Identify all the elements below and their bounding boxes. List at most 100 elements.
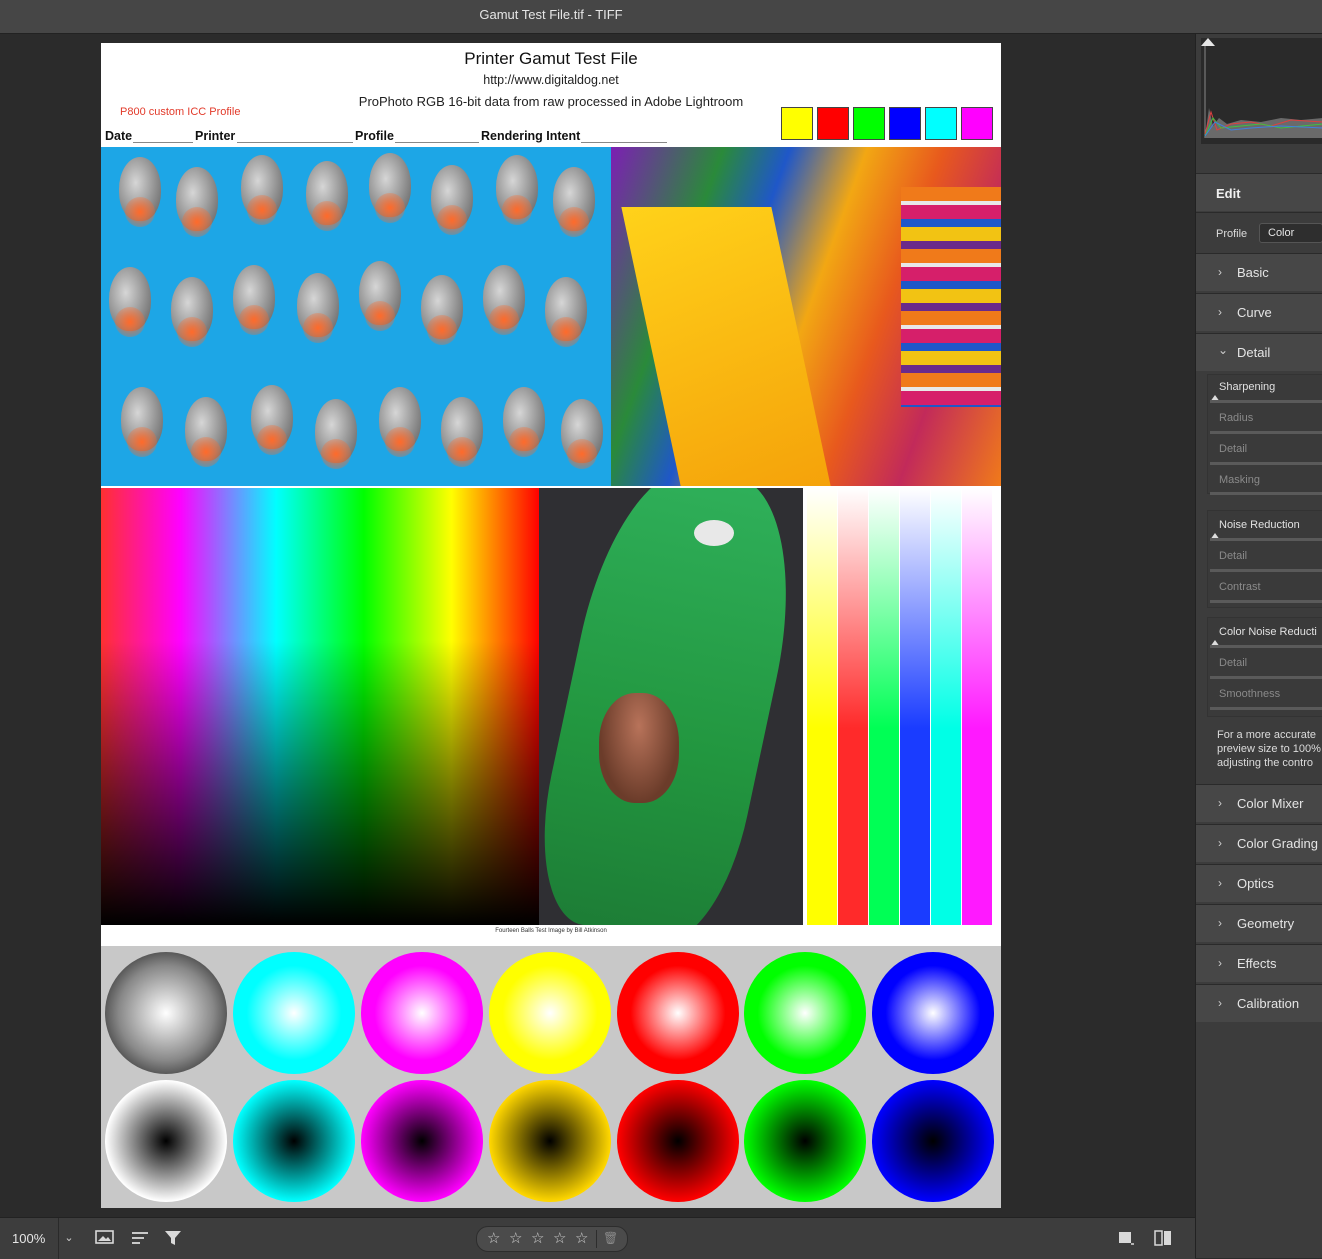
color-noise-detail-label: Detail	[1219, 657, 1248, 669]
bar-green	[869, 488, 899, 925]
smoothness-slider[interactable]	[1210, 707, 1322, 710]
boat-photo	[539, 488, 803, 925]
fish	[306, 161, 348, 231]
profile-select[interactable]: Color	[1259, 223, 1322, 243]
section-optics[interactable]: › Optics	[1196, 864, 1322, 902]
ball-bottom	[617, 1080, 739, 1202]
masking-label: Masking	[1219, 474, 1260, 486]
swatch-magenta	[961, 107, 993, 140]
edit-panel: Edit Profile Color › Basic › Curve ⌄ Det…	[1195, 34, 1322, 1258]
section-label: Color Mixer	[1237, 796, 1304, 811]
star-rating: ☆ ☆ ☆ ☆ ☆ 🗑	[476, 1226, 628, 1252]
sharpen-detail-slider[interactable]	[1210, 462, 1322, 465]
fish	[496, 155, 538, 225]
section-basic-label: Basic	[1237, 265, 1269, 280]
chevron-right-icon: ›	[1218, 305, 1222, 319]
star-3-icon[interactable]: ☆	[531, 1229, 544, 1247]
field-rendering-intent: Rendering Intent	[481, 129, 581, 143]
section-color-mixer[interactable]: › Color Mixer	[1196, 784, 1322, 822]
color-noise-detail-slider[interactable]	[1210, 676, 1322, 679]
noise-detail-label: Detail	[1219, 550, 1248, 562]
profile-row: Profile Color	[1196, 212, 1322, 253]
notice-line: preview size to 100%	[1217, 743, 1321, 755]
green-boat	[539, 488, 803, 925]
trash-icon[interactable]: 🗑	[603, 1231, 618, 1245]
document-title: Printer Gamut Test File	[464, 49, 638, 68]
fish	[431, 165, 473, 235]
fish	[297, 273, 339, 343]
rgb-gradient-chart	[101, 488, 539, 925]
sharpening-title: Sharpening	[1219, 381, 1276, 393]
image-view-icon[interactable]	[95, 1229, 117, 1252]
fish	[119, 157, 161, 227]
document-preview[interactable]: Printer Gamut Test File http://www.digit…	[101, 43, 1001, 1208]
star-4-icon[interactable]: ☆	[553, 1229, 566, 1247]
profile-label: Profile	[1216, 228, 1248, 240]
star-2-icon[interactable]: ☆	[509, 1229, 522, 1247]
swatch-yellow	[781, 107, 813, 140]
window-titlebar: Gamut Test File.tif - TIFF	[0, 0, 1322, 34]
zoom-level[interactable]: 100%	[12, 1231, 45, 1246]
bar-red	[838, 488, 868, 925]
section-curve[interactable]: › Curve	[1196, 293, 1322, 331]
section-geometry[interactable]: › Geometry	[1196, 904, 1322, 942]
yellow-drape	[621, 207, 831, 486]
fish	[171, 277, 213, 347]
profile-note: P800 custom ICC Profile	[120, 106, 241, 118]
man-figure	[599, 693, 679, 803]
ball-top	[617, 952, 739, 1074]
section-calibration[interactable]: › Calibration	[1196, 984, 1322, 1022]
fish	[483, 265, 525, 335]
profile-value: Color	[1268, 227, 1295, 239]
histogram-clip-icon[interactable]	[1201, 38, 1215, 46]
filter-icon[interactable]	[164, 1229, 184, 1252]
section-color-grading[interactable]: › Color Grading	[1196, 824, 1322, 862]
ball-top	[105, 952, 227, 1074]
sharpening-amount-slider[interactable]	[1210, 400, 1322, 403]
chevron-right-icon: ›	[1218, 996, 1222, 1010]
noise-contrast-label: Contrast	[1219, 581, 1261, 593]
section-label: Color Grading	[1237, 836, 1318, 851]
fish	[561, 399, 603, 469]
zoom-dropdown-icon[interactable]: ⌄	[58, 1218, 79, 1259]
noise-contrast-slider[interactable]	[1210, 600, 1322, 603]
compare-view-icon[interactable]	[1154, 1229, 1174, 1252]
section-label: Calibration	[1237, 996, 1300, 1011]
noise-detail-slider[interactable]	[1210, 569, 1322, 572]
swatch-cyan	[925, 107, 957, 140]
fish	[176, 167, 218, 237]
color-noise-slider[interactable]	[1210, 645, 1322, 648]
field-printer-line	[237, 142, 353, 143]
single-view-icon[interactable]	[1117, 1229, 1135, 1252]
notice-line: For a more accurate	[1217, 729, 1317, 741]
section-basic[interactable]: › Basic	[1196, 253, 1322, 291]
bar-yellow	[807, 488, 837, 925]
edit-label: Edit	[1216, 186, 1241, 201]
fish	[379, 387, 421, 457]
ball-top	[489, 952, 611, 1074]
rating-divider	[596, 1230, 597, 1248]
field-date-line	[133, 142, 193, 143]
fourteen-balls	[101, 946, 1001, 1208]
fish	[359, 261, 401, 331]
chevron-right-icon: ›	[1218, 836, 1222, 850]
fish	[369, 153, 411, 223]
image-view-svg	[95, 1230, 114, 1244]
radius-slider[interactable]	[1210, 431, 1322, 434]
star-5-icon[interactable]: ☆	[575, 1229, 588, 1247]
noise-reduction-slider[interactable]	[1210, 538, 1322, 541]
star-1-icon[interactable]: ☆	[487, 1229, 500, 1247]
section-detail-label: Detail	[1237, 345, 1271, 360]
edit-header: Edit	[1196, 173, 1322, 211]
section-detail[interactable]: ⌄ Detail	[1196, 333, 1322, 371]
fish	[121, 387, 163, 457]
smoothness-label: Smoothness	[1219, 688, 1281, 700]
masking-slider[interactable]	[1210, 492, 1322, 495]
sort-icon[interactable]	[131, 1229, 151, 1252]
section-effects[interactable]: › Effects	[1196, 944, 1322, 982]
ball-top	[361, 952, 483, 1074]
section-label: Geometry	[1237, 916, 1295, 931]
bar-cyan	[931, 488, 961, 925]
sort-svg	[132, 1232, 148, 1244]
window-title: Gamut Test File.tif - TIFF	[479, 7, 623, 22]
